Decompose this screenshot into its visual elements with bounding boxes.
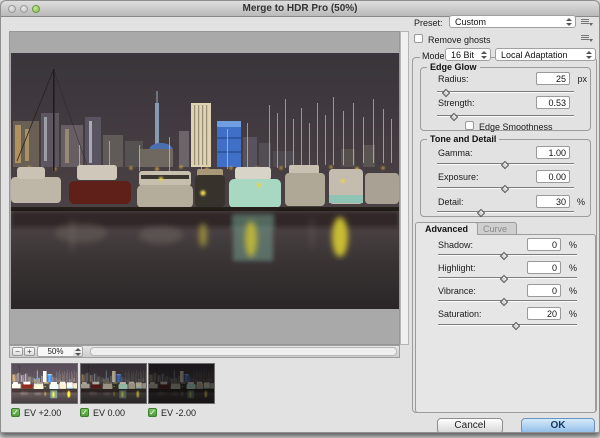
vibrance-unit: %: [569, 286, 577, 296]
checkbox-ev-plus2[interactable]: ✓: [11, 408, 20, 417]
tone-detail-groupbox: Tone and Detail Gamma: 1.00 Exposure: 0.…: [420, 139, 591, 217]
thumbnail-check-row: ✓ EV -2.00: [148, 408, 210, 418]
radius-slider[interactable]: [437, 89, 574, 96]
highlight-unit: %: [569, 263, 577, 273]
dropdown-arrows-icon: [479, 50, 488, 60]
radius-value[interactable]: 25: [536, 72, 570, 85]
vibrance-value[interactable]: 0: [527, 284, 561, 297]
shadow-slider[interactable]: [438, 252, 577, 259]
thumbnail-check-row: ✓ EV +2.00: [11, 408, 73, 418]
cancel-button[interactable]: Cancel: [437, 418, 503, 433]
merge-to-hdr-pro-dialog: Merge to HDR Pro (50%) − + 50% ✓ EV +2.0…: [0, 0, 600, 433]
strength-label: Strength:: [438, 98, 475, 108]
edge-glow-groupbox: Edge Glow Radius: 25 px Strength: 0.53 E…: [420, 67, 591, 131]
thumbnail-ev-plus2[interactable]: [11, 363, 78, 404]
radius-unit: px: [577, 74, 587, 84]
edge-smoothness-checkbox[interactable]: [465, 121, 474, 130]
checkbox-ev-0[interactable]: ✓: [80, 408, 89, 417]
ev-label: EV 0.00: [93, 408, 125, 418]
highlight-slider-thumb[interactable]: [499, 274, 507, 282]
advanced-tab-panel: Shadow: 0 % Highlight: 0 % Vibrance: 0 %…: [415, 234, 596, 413]
detail-label: Detail:: [438, 197, 464, 207]
strength-value[interactable]: 0.53: [536, 96, 570, 109]
thumbnail-ev-minus2[interactable]: [148, 363, 215, 404]
hdr-preview-image: [11, 53, 399, 309]
tone-detail-title: Tone and Detail: [427, 134, 499, 144]
zoom-bar: − + 50%: [9, 345, 400, 358]
gamma-slider[interactable]: [437, 161, 574, 168]
preset-label: Preset:: [414, 18, 443, 28]
hdr-settings-panel: Preset: Custom Remove ghosts Mode: 16 Bi…: [409, 1, 600, 433]
detail-slider[interactable]: [437, 209, 574, 216]
remove-ghosts-label: Remove ghosts: [428, 35, 491, 45]
shadow-unit: %: [569, 240, 577, 250]
zoom-level-value[interactable]: 50%: [37, 346, 74, 357]
saturation-unit: %: [569, 309, 577, 319]
detail-slider-thumb[interactable]: [477, 208, 485, 216]
gamma-label: Gamma:: [438, 148, 473, 158]
gamma-value[interactable]: 1.00: [536, 146, 570, 159]
strength-slider[interactable]: [437, 113, 574, 120]
saturation-slider-thumb[interactable]: [512, 321, 520, 329]
edge-glow-title: Edge Glow: [427, 62, 480, 72]
edge-smoothness-label: Edge Smoothness: [479, 122, 553, 132]
exposure-slider-thumb[interactable]: [500, 184, 508, 192]
highlight-value[interactable]: 0: [527, 261, 561, 274]
radius-label: Radius:: [438, 74, 469, 84]
preview-canvas[interactable]: [9, 31, 400, 345]
shadow-label: Shadow:: [438, 240, 473, 250]
zoom-level-stepper[interactable]: [73, 346, 83, 357]
bit-depth-dropdown[interactable]: 16 Bit: [445, 48, 491, 61]
gamma-slider-thumb[interactable]: [500, 160, 508, 168]
remove-ghosts-checkbox[interactable]: [414, 34, 423, 43]
saturation-value[interactable]: 20: [527, 307, 561, 320]
radius-slider-thumb[interactable]: [441, 88, 449, 96]
tab-advanced[interactable]: Advanced: [415, 222, 478, 235]
exposure-slider[interactable]: [437, 185, 574, 192]
saturation-label: Saturation:: [438, 309, 482, 319]
saturation-slider[interactable]: [438, 322, 577, 329]
highlight-slider[interactable]: [438, 275, 577, 282]
checkbox-ev-minus2[interactable]: ✓: [148, 408, 157, 417]
ghosts-menu-icon[interactable]: [581, 33, 593, 43]
strength-slider-thumb[interactable]: [450, 112, 458, 120]
preset-dropdown[interactable]: Custom: [449, 15, 576, 28]
vibrance-slider-thumb[interactable]: [499, 297, 507, 305]
highlight-label: Highlight:: [438, 263, 476, 273]
zoom-out-button[interactable]: −: [12, 347, 23, 356]
vibrance-label: Vibrance:: [438, 286, 476, 296]
preset-menu-icon[interactable]: [581, 17, 593, 27]
thumbnail-check-row: ✓ EV 0.00: [80, 408, 142, 418]
detail-unit: %: [577, 197, 585, 207]
vertical-scrollbar[interactable]: [400, 31, 409, 345]
thumbnail-ev-0[interactable]: [80, 363, 147, 404]
tab-curve[interactable]: Curve: [473, 222, 517, 234]
ev-label: EV +2.00: [24, 408, 61, 418]
zoom-in-button[interactable]: +: [24, 347, 35, 356]
exposure-value[interactable]: 0.00: [536, 170, 570, 183]
shadow-slider-thumb[interactable]: [499, 251, 507, 259]
ev-label: EV -2.00: [161, 408, 196, 418]
dropdown-arrows-icon: [564, 17, 573, 27]
horizontal-scrollbar[interactable]: [90, 347, 397, 356]
method-dropdown[interactable]: Local Adaptation: [495, 48, 596, 61]
shadow-value[interactable]: 0: [527, 238, 561, 251]
dropdown-arrows-icon: [584, 50, 593, 60]
detail-value[interactable]: 30: [536, 195, 570, 208]
vibrance-slider[interactable]: [438, 298, 577, 305]
ok-button[interactable]: OK: [521, 418, 595, 433]
exposure-label: Exposure:: [438, 172, 479, 182]
